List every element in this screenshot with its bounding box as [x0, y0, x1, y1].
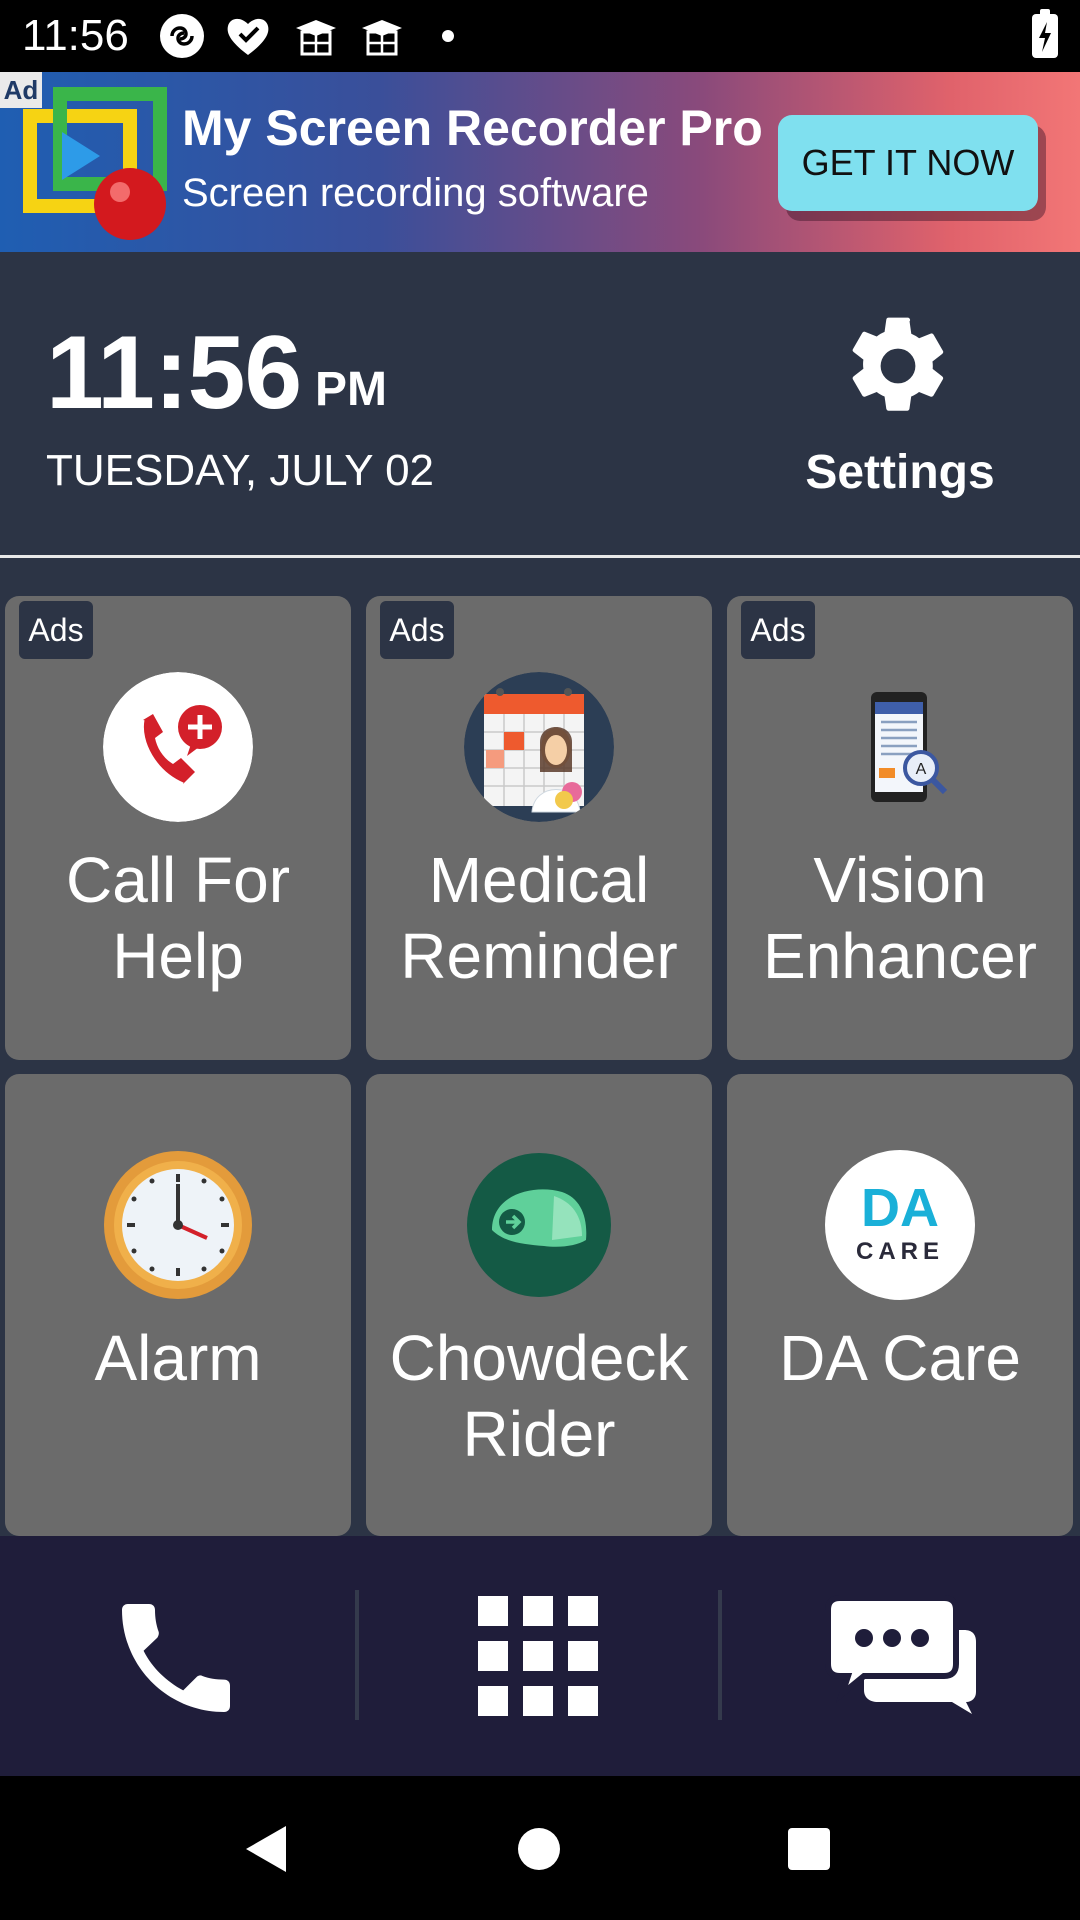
tile-label: DA Care: [779, 1322, 1021, 1394]
phone-icon[interactable]: [104, 1586, 248, 1730]
ads-badge: Ads: [380, 601, 454, 659]
tile-label: Alarm: [94, 1322, 262, 1394]
dot-icon: [442, 30, 454, 42]
ad-subtitle: Screen recording software: [182, 171, 649, 215]
back-icon[interactable]: [240, 1822, 294, 1876]
ad-title: My Screen Recorder Pro: [182, 100, 763, 156]
tile-call-for-help[interactable]: Ads Call For Help: [5, 596, 351, 1060]
clock-ampm: PM: [315, 363, 387, 416]
nav-separator: [718, 1590, 722, 1720]
tile-label: Vision Enhancer: [763, 844, 1037, 992]
tile-da-care[interactable]: DA CARE DA Care: [727, 1074, 1073, 1536]
recents-icon[interactable]: [786, 1826, 832, 1872]
header-divider: [0, 555, 1080, 558]
battery-charging-icon: [1032, 9, 1058, 58]
vision-enhancer-icon: A: [871, 692, 948, 802]
chowdeck-helmet-icon: [467, 1153, 611, 1297]
tile-alarm[interactable]: Alarm: [5, 1074, 351, 1536]
heart-check-icon: [227, 18, 269, 55]
graduation-cap-icon: [296, 20, 336, 56]
clock-time: 11:56: [46, 315, 302, 431]
tile-label: Call For Help: [65, 844, 291, 992]
clock-date: TUESDAY, JULY 02: [46, 446, 435, 495]
settings-label[interactable]: Settings: [780, 445, 1020, 501]
ad-cta-button[interactable]: GET IT NOW: [778, 115, 1038, 211]
openai-app-icon: [160, 14, 204, 58]
graduation-cap-icon: [362, 20, 402, 56]
status-time: 11:56: [22, 11, 129, 60]
ad-tag: Ad: [0, 72, 42, 108]
ads-badge: Ads: [19, 601, 93, 659]
nav-separator: [355, 1590, 359, 1720]
call-for-help-icon: [103, 672, 253, 822]
tile-label: Medical Reminder: [400, 844, 678, 992]
apps-grid-icon[interactable]: [476, 1594, 600, 1718]
gear-icon[interactable]: [840, 308, 956, 424]
screen-recorder-logo-icon: [23, 87, 167, 240]
messages-icon[interactable]: [824, 1594, 980, 1718]
tile-vision-enhancer[interactable]: Ads A Vision Enhancer: [727, 596, 1073, 1060]
tile-label: Chowdeck Rider: [389, 1322, 689, 1470]
da-care-logo-icon: DA CARE: [825, 1150, 975, 1300]
home-icon[interactable]: [516, 1826, 562, 1872]
ads-badge: Ads: [741, 601, 815, 659]
tile-chowdeck-rider[interactable]: Chowdeck Rider: [366, 1074, 712, 1536]
medical-reminder-icon: [464, 672, 614, 822]
tile-medical-reminder[interactable]: Ads Medical Reminder: [366, 596, 712, 1060]
alarm-clock-icon: [104, 1151, 252, 1299]
svg-text:A: A: [916, 761, 927, 778]
